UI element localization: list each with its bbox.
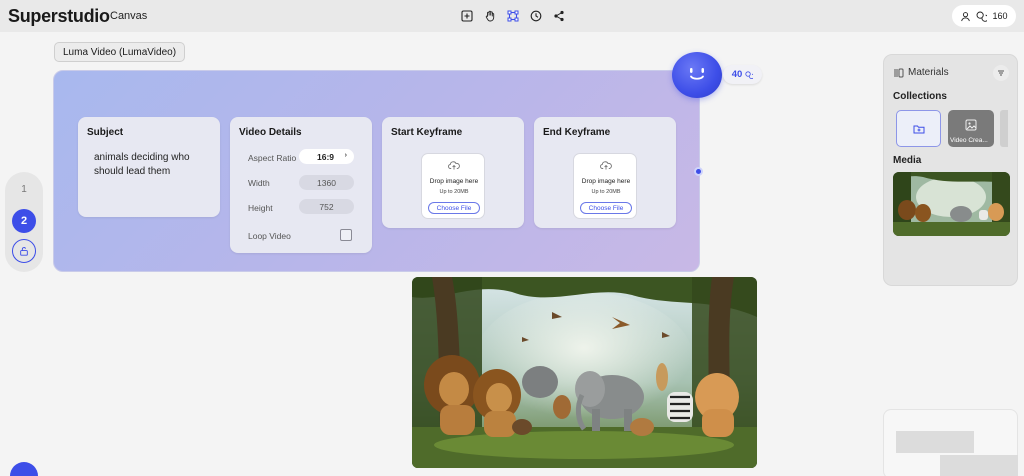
coins-icon xyxy=(977,11,988,22)
media-heading: Media xyxy=(893,155,922,166)
credit-cost-value: 40 xyxy=(731,69,743,80)
chat-fab-button[interactable] xyxy=(10,462,38,476)
secondary-panel xyxy=(883,409,1018,476)
choose-file-button[interactable]: Choose File xyxy=(580,202,632,214)
start-keyframe-title: Start Keyframe xyxy=(391,127,463,138)
end-keyframe-dropzone[interactable]: Drop image here Up to 20MB Choose File xyxy=(573,153,637,219)
height-label: Height xyxy=(248,203,273,213)
page-rail: 1 2 xyxy=(5,172,43,272)
user-icon xyxy=(961,11,971,21)
page-2-button[interactable]: 2 xyxy=(12,209,36,233)
upload-cloud-icon xyxy=(448,161,460,170)
placeholder-block xyxy=(896,431,974,453)
size-limit: Up to 20MB xyxy=(439,189,469,195)
subject-prompt-text[interactable]: animals deciding who should lead them xyxy=(94,151,204,179)
unlock-icon xyxy=(20,247,28,256)
aspect-ratio-select[interactable]: 16:9 › xyxy=(299,149,354,164)
folder-plus-icon xyxy=(913,125,924,133)
canvas-toolbar xyxy=(460,9,566,23)
image-icon xyxy=(965,119,977,131)
choose-file-button[interactable]: Choose File xyxy=(428,202,480,214)
subject-card: Subject animals deciding who should lead… xyxy=(78,117,220,217)
video-details-card: Video Details Aspect Ratio 16:9 › Width … xyxy=(230,117,372,253)
generated-output-image[interactable] xyxy=(412,277,757,468)
drop-hint: Drop image here xyxy=(581,178,631,185)
collection-item-peek[interactable] xyxy=(1000,110,1008,147)
add-frame-icon[interactable] xyxy=(460,9,474,23)
luma-video-node[interactable]: Subject animals deciding who should lead… xyxy=(53,70,700,272)
collection-name: Video Crea... xyxy=(950,137,988,144)
account-credits-button[interactable]: 160 xyxy=(952,5,1016,27)
hand-icon[interactable] xyxy=(483,9,497,23)
share-icon[interactable] xyxy=(552,9,566,23)
height-input[interactable]: 752 xyxy=(299,199,354,214)
video-details-title: Video Details xyxy=(239,127,302,138)
breadcrumb[interactable]: Canvas xyxy=(110,10,147,22)
credit-balance: 160 xyxy=(992,11,1008,21)
top-bar: Superstudio Canvas 160 xyxy=(0,0,1024,32)
output-connector-handle[interactable] xyxy=(694,167,703,176)
aspect-ratio-value: 16:9 xyxy=(317,151,335,162)
coins-icon xyxy=(745,70,754,79)
materials-panel: Materials Collections Video Crea... Medi… xyxy=(883,54,1018,286)
run-node-mascot-button[interactable] xyxy=(672,52,722,98)
aspect-ratio-label: Aspect Ratio xyxy=(248,153,297,163)
drop-hint: Drop image here xyxy=(429,178,479,185)
media-thumbnail[interactable] xyxy=(893,172,1010,236)
loop-video-label: Loop Video xyxy=(248,231,291,241)
collection-item[interactable]: Video Crea... xyxy=(948,110,994,147)
brand-logo[interactable]: Superstudio xyxy=(8,6,110,27)
width-label: Width xyxy=(248,178,270,188)
start-keyframe-dropzone[interactable]: Drop image here Up to 20MB Choose File xyxy=(421,153,485,219)
new-collection-button[interactable] xyxy=(896,110,941,147)
filter-icon xyxy=(998,70,1004,76)
collections-heading: Collections xyxy=(893,91,947,102)
end-keyframe-card: End Keyframe Drop image here Up to 20MB … xyxy=(534,117,676,228)
placeholder-block xyxy=(940,455,1018,476)
node-credit-cost: 40 xyxy=(723,65,762,84)
materials-title: Materials xyxy=(908,67,949,78)
page-1-button[interactable]: 1 xyxy=(5,184,43,195)
upload-cloud-icon xyxy=(600,161,612,170)
loop-video-checkbox[interactable] xyxy=(340,229,352,241)
end-keyframe-title: End Keyframe xyxy=(543,127,611,138)
chevron-right-icon: › xyxy=(344,152,347,159)
unlock-button[interactable] xyxy=(12,239,36,263)
history-icon[interactable] xyxy=(529,9,543,23)
filter-button[interactable] xyxy=(993,65,1009,81)
node-label[interactable]: Luma Video (LumaVideo) xyxy=(54,42,186,62)
start-keyframe-card: Start Keyframe Drop image here Up to 20M… xyxy=(382,117,524,228)
smiley-face-icon xyxy=(690,68,704,80)
width-input[interactable]: 1360 xyxy=(299,175,354,190)
size-limit: Up to 20MB xyxy=(591,189,621,195)
subject-title: Subject xyxy=(87,127,124,138)
materials-icon xyxy=(894,68,904,78)
select-frame-icon[interactable] xyxy=(506,9,520,23)
